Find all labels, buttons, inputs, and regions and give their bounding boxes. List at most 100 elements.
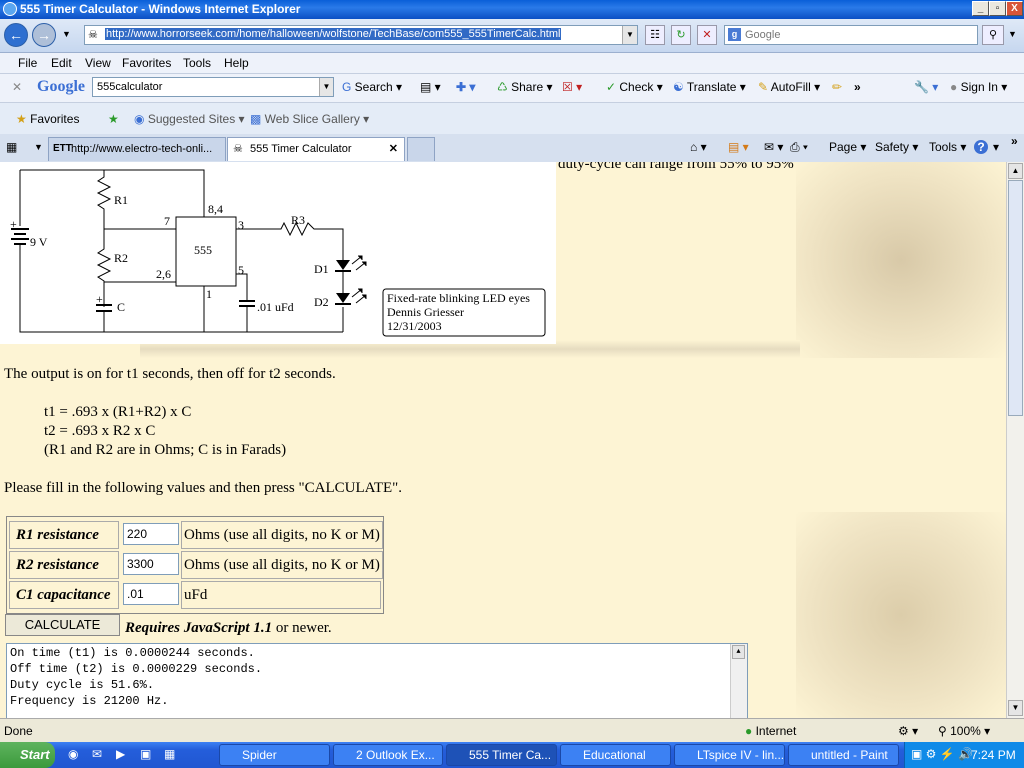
quicklaunch-excel-icon[interactable]: ▦	[164, 747, 175, 761]
safety-menu-button[interactable]: Safety ▾	[875, 140, 918, 154]
web-slice-gallery-button[interactable]: ▩ Web Slice Gallery ▾	[250, 112, 369, 126]
close-tab-icon[interactable]: ✕	[389, 138, 398, 160]
check-button[interactable]: ✓ Check ▾	[606, 80, 663, 94]
quicklaunch-desktop-icon[interactable]: ▣	[140, 747, 151, 761]
zoom-icon: ⚲	[938, 724, 951, 738]
favorites-button[interactable]: ★ Favorites	[16, 112, 79, 126]
highlight-icon[interactable]: ✏	[832, 80, 842, 94]
task-paint[interactable]: untitled - Paint	[788, 744, 899, 766]
tab-list-dropdown-icon[interactable]: ▼	[34, 142, 43, 152]
forward-button[interactable]: →	[32, 23, 56, 47]
scroll-down-icon[interactable]: ▼	[1008, 700, 1023, 716]
quick-tabs-icon[interactable]: ▦	[6, 140, 17, 154]
read-mail-icon[interactable]: ✉ ▾	[764, 140, 783, 154]
page-scrollbar[interactable]: ▲ ▼	[1006, 162, 1024, 718]
calculate-button[interactable]: CALCULATE	[5, 614, 120, 636]
url-dropdown-icon[interactable]: ▼	[622, 26, 637, 44]
help-icon[interactable]: ?	[974, 140, 988, 154]
scroll-thumb[interactable]	[1008, 180, 1023, 416]
new-tab-button[interactable]	[407, 137, 435, 161]
page-menu-label: Page	[829, 140, 858, 154]
help-dropdown-icon[interactable]: ▾	[993, 140, 999, 154]
back-button[interactable]: ←	[4, 23, 28, 47]
history-dropdown-icon[interactable]: ▼	[62, 29, 71, 39]
search-options-icon[interactable]: ▼	[1008, 29, 1017, 39]
autofill-button[interactable]: ✎ AutoFill ▾	[758, 80, 820, 94]
zoom-button[interactable]: ⚲ 100% ▾	[938, 724, 990, 738]
menu-favorites[interactable]: Favorites	[122, 56, 171, 70]
share-button[interactable]: ♺ Share ▾	[497, 80, 552, 94]
quicklaunch-ie-icon[interactable]: ◉	[68, 747, 78, 761]
suggested-sites-label: Suggested Sites	[147, 112, 236, 126]
ie-icon	[3, 2, 17, 16]
menu-view[interactable]: View	[85, 56, 111, 70]
task-ltspice[interactable]: LTspice IV - lin...	[674, 744, 785, 766]
google-query-dropdown-icon[interactable]: ▼	[319, 78, 333, 96]
translate-button[interactable]: ☯ Translate ▾	[673, 80, 746, 94]
window-title: 555 Timer Calculator - Windows Internet …	[20, 2, 301, 16]
task-educational[interactable]: Educational	[560, 744, 671, 766]
task-555-timer[interactable]: 555 Timer Ca...	[446, 744, 557, 766]
home-icon[interactable]: ⌂ ▾	[690, 140, 707, 154]
popup-blocker-icon[interactable]: ☒ ▾	[562, 80, 582, 94]
instruction-text: Please fill in the following values and …	[4, 480, 403, 496]
menu-tools[interactable]: Tools	[183, 56, 211, 70]
tab-555-timer[interactable]: ☠ 555 Timer Calculator ✕	[227, 137, 405, 161]
calculator-form: R1 resistance 220 Ohms (use all digits, …	[6, 516, 384, 614]
tools-menu-button[interactable]: Tools ▾	[929, 140, 966, 154]
more-tools-icon[interactable]: »	[854, 80, 861, 94]
stop-icon[interactable]: ✕	[697, 25, 717, 45]
tray-icons[interactable]: ▣ ⚙ ⚡ 🔊	[911, 747, 973, 761]
task-outlook[interactable]: 2 Outlook Ex...	[333, 744, 443, 766]
search-input[interactable]: g Google	[724, 25, 978, 45]
close-toolbar-icon[interactable]: ✕	[12, 80, 22, 94]
close-button[interactable]: X	[1006, 1, 1023, 16]
add-favorite-icon[interactable]: ★	[108, 112, 119, 126]
sign-in-button[interactable]: ● Sign In ▾	[950, 80, 1007, 94]
feeds-icon[interactable]: ▤ ▾	[728, 140, 749, 154]
tab-electro-tech[interactable]: ETT http://www.electro-tech-onli...	[48, 137, 226, 161]
status-text: Done	[4, 724, 33, 738]
svg-text:+: +	[10, 217, 17, 231]
r2-input[interactable]: 3300	[123, 553, 179, 575]
d1-label: D1	[314, 262, 329, 276]
menu-edit[interactable]: Edit	[51, 56, 72, 70]
pin5-label: 5	[238, 263, 244, 277]
wrench-icon[interactable]: 🔧 ▾	[914, 80, 938, 94]
google-search-input[interactable]: 555calculator ▼	[92, 77, 334, 97]
task-spider[interactable]: Spider	[219, 744, 330, 766]
url-input[interactable]: ☠ http://www.horrorseek.com/home/hallowe…	[84, 25, 638, 45]
c1-input[interactable]: .01	[123, 583, 179, 605]
r1-unit: Ohms (use all digits, no K or M)	[181, 521, 383, 549]
compatibility-icon[interactable]: ☷	[645, 25, 665, 45]
r1-input[interactable]: 220	[123, 523, 179, 545]
google-search-button[interactable]: G Search ▾	[342, 80, 402, 94]
minimize-button[interactable]: _	[972, 1, 989, 16]
units-note: (R1 and R2 are in Ohms; C is in Farads)	[44, 442, 287, 458]
web-slice-icon: ▩	[250, 112, 265, 126]
more-commands-icon[interactable]: »	[1011, 134, 1018, 148]
pin3-label: 3	[238, 218, 244, 232]
refresh-icon[interactable]: ↻	[671, 25, 691, 45]
favorites-star-icon: ★	[16, 112, 31, 126]
results-scrollbar[interactable]: ▲	[730, 644, 747, 718]
safety-menu-label: Safety	[875, 140, 910, 154]
scroll-up-icon[interactable]: ▲	[1008, 163, 1023, 179]
r2-row: R2 resistance 3300 Ohms (use all digits,…	[9, 551, 383, 579]
quicklaunch-media-icon[interactable]: ▶	[116, 747, 125, 761]
start-button[interactable]: Start	[0, 742, 55, 768]
quicklaunch-outlook-icon[interactable]: ✉	[92, 747, 102, 761]
toolbar-options-icon[interactable]: ▤ ▾	[420, 80, 441, 94]
page-menu-button[interactable]: Page ▾	[829, 140, 866, 154]
search-go-icon[interactable]: ⚲	[982, 25, 1004, 45]
menu-help[interactable]: Help	[224, 56, 249, 70]
menu-file[interactable]: File	[18, 56, 37, 70]
protected-mode-icon[interactable]: ⚙ ▾	[898, 724, 918, 738]
results-scroll-up-icon[interactable]: ▲	[732, 645, 745, 659]
print-icon[interactable]: ⎙ ▾	[790, 140, 808, 155]
maximize-button[interactable]: ▫	[989, 1, 1006, 16]
plus-icon[interactable]: ✚ ▾	[456, 80, 475, 94]
results-textarea[interactable]: On time (t1) is 0.0000244 seconds. Off t…	[6, 643, 748, 718]
sign-in-icon: ●	[950, 80, 961, 94]
suggested-sites-button[interactable]: ◉ Suggested Sites ▾	[134, 112, 245, 126]
